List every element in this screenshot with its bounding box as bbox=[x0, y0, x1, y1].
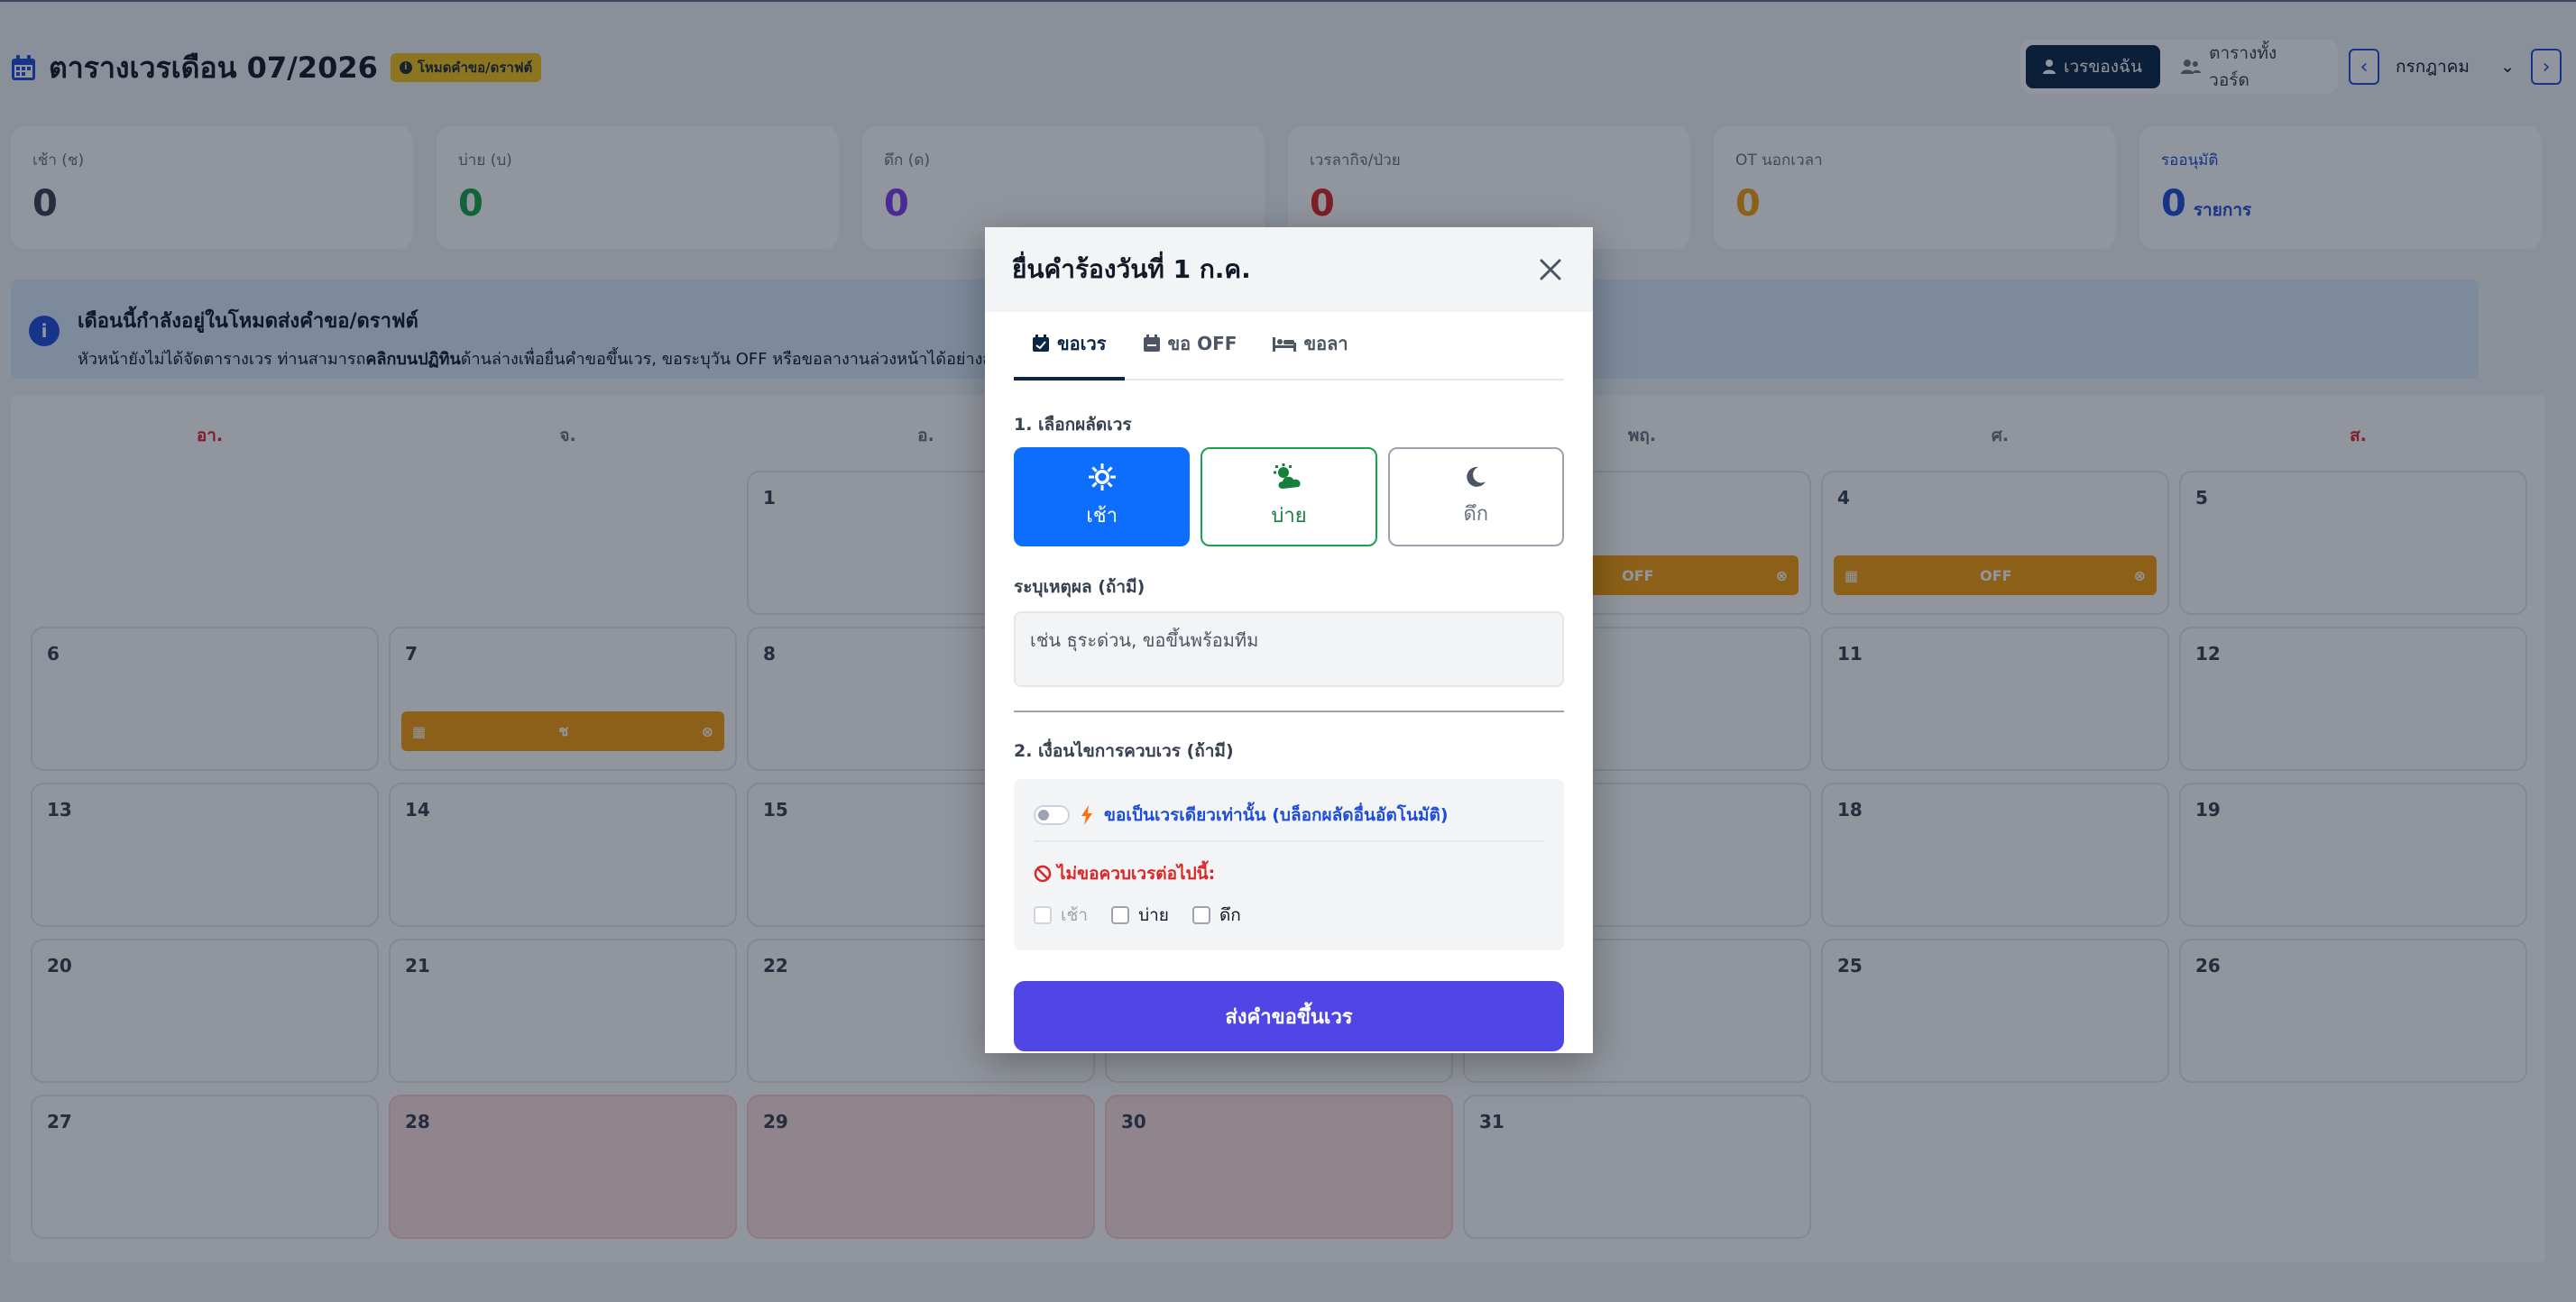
tab-label: ขอลา bbox=[1303, 333, 1348, 354]
close-button[interactable] bbox=[1535, 254, 1566, 285]
checkbox-label: ดึก bbox=[1219, 905, 1241, 925]
modal-body: ขอเวร ขอ OFF ขอลา 1. เลือกผลัดเวร เช้า บ… bbox=[985, 312, 1593, 1051]
no-follow-label: ไม่ขอควบเวรต่อไปนี้: bbox=[1034, 860, 1544, 887]
request-tabs: ขอเวร ขอ OFF ขอลา bbox=[1014, 312, 1564, 381]
no-follow-afternoon-checkbox[interactable]: บ่าย bbox=[1111, 902, 1169, 929]
shift-request-modal: ยื่นคำร้องวันที่ 1 ก.ค. ขอเวร ขอ OFF ขอล… bbox=[985, 227, 1593, 1053]
calendar-check-icon bbox=[1033, 335, 1049, 352]
checkbox-label: เช้า bbox=[1061, 905, 1089, 925]
checkbox-box bbox=[1191, 906, 1210, 924]
single-shift-toggle[interactable] bbox=[1034, 805, 1070, 825]
moon-icon bbox=[1467, 466, 1486, 487]
no-follow-morning-checkbox[interactable]: เช้า bbox=[1034, 902, 1088, 929]
cloud-sun-icon bbox=[1273, 463, 1301, 489]
shift-option-night[interactable]: ดึก bbox=[1387, 447, 1564, 546]
condition-divider bbox=[1034, 840, 1544, 842]
checkbox-label: บ่าย bbox=[1138, 905, 1169, 925]
tab-label: ขอเวร bbox=[1057, 333, 1107, 354]
shift-option-label: บ่าย bbox=[1271, 504, 1307, 527]
shift-select-label: 1. เลือกผลัดเวร bbox=[1014, 415, 1132, 435]
modal-title: ยื่นคำร้องวันที่ 1 ก.ค. bbox=[1012, 254, 1251, 284]
no-follow-options: เช้า บ่าย ดึก bbox=[1034, 902, 1544, 929]
ban-icon bbox=[1034, 865, 1052, 883]
bed-icon bbox=[1273, 337, 1297, 352]
condition-label: 2. เงื่อนไขการควบเวร (ถ้ามี) bbox=[1014, 741, 1234, 761]
shift-option-afternoon[interactable]: บ่าย bbox=[1201, 447, 1377, 546]
tab-label: ขอ OFF bbox=[1167, 333, 1237, 354]
reason-label: ระบุเหตุผล (ถ้ามี) bbox=[1014, 577, 1145, 597]
bolt-icon bbox=[1081, 805, 1092, 825]
tab-request-off[interactable]: ขอ OFF bbox=[1125, 310, 1256, 379]
no-follow-text: ไม่ขอควบเวรต่อไปนี้: bbox=[1057, 864, 1216, 884]
checkbox-box bbox=[1034, 906, 1052, 924]
condition-box: ขอเป็นเวรเดียวเท่านั้น (บล็อกผลัดอื่นอัต… bbox=[1014, 779, 1564, 950]
submit-request-button[interactable]: ส่งคำขอขึ้นเวร bbox=[1014, 981, 1564, 1051]
calendar-minus-icon bbox=[1143, 335, 1160, 352]
divider bbox=[1014, 711, 1564, 712]
sun-icon bbox=[1088, 463, 1116, 491]
checkbox-box bbox=[1111, 906, 1130, 924]
shift-option-morning[interactable]: เช้า bbox=[1014, 447, 1191, 546]
close-icon bbox=[1540, 259, 1561, 280]
no-follow-night-checkbox[interactable]: ดึก bbox=[1191, 902, 1241, 929]
tab-request-shift[interactable]: ขอเวร bbox=[1014, 312, 1125, 381]
modal-header: ยื่นคำร้องวันที่ 1 ก.ค. bbox=[985, 227, 1593, 312]
shift-option-label: เช้า bbox=[1086, 504, 1118, 527]
toggle-knob bbox=[1038, 810, 1049, 821]
single-shift-label: ขอเป็นเวรเดียวเท่านั้น (บล็อกผลัดอื่นอัต… bbox=[1104, 805, 1449, 825]
reason-input[interactable] bbox=[1014, 611, 1564, 687]
shift-options: เช้า บ่าย ดึก bbox=[1014, 447, 1564, 546]
single-shift-row: ขอเป็นเวรเดียวเท่านั้น (บล็อกผลัดอื่นอัต… bbox=[1034, 799, 1544, 831]
tab-request-leave[interactable]: ขอลา bbox=[1255, 310, 1366, 379]
shift-option-label: ดึก bbox=[1463, 502, 1489, 526]
